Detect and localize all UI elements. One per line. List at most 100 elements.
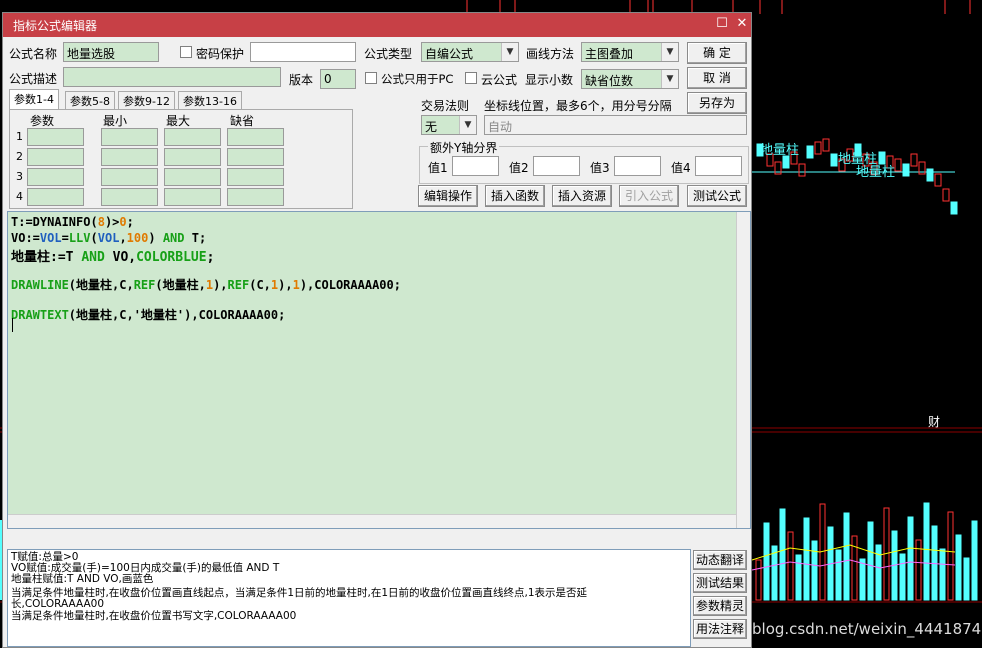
yaxis-field-1[interactable] xyxy=(452,156,499,176)
candle xyxy=(926,168,934,182)
horizontal-scrollbar[interactable] xyxy=(8,514,736,528)
code-token: (C, xyxy=(249,278,271,292)
coord-field[interactable]: 自动 xyxy=(484,115,747,135)
code-token: 8 xyxy=(97,215,105,229)
param-cell[interactable] xyxy=(101,168,158,186)
tab-params-1-4[interactable]: 参数1-4 xyxy=(9,89,59,109)
code-token: DRAWLINE xyxy=(11,278,69,292)
param-cell[interactable] xyxy=(27,128,84,146)
param-cell[interactable] xyxy=(27,168,84,186)
param-cell[interactable] xyxy=(164,168,221,186)
test-result-button[interactable]: 测试结果 xyxy=(693,573,747,593)
param-wizard-button[interactable]: 参数精灵 xyxy=(693,596,747,616)
yaxis-field-2[interactable] xyxy=(533,156,580,176)
param-row-number: 4 xyxy=(16,190,23,203)
vertical-scrollbar[interactable] xyxy=(736,212,750,528)
code-token: VO, xyxy=(104,250,137,265)
code-line: 地量柱:=T AND VO,COLORBLUE; xyxy=(11,246,214,265)
yaxis-label-4: 值4 xyxy=(671,161,691,175)
volume-bar xyxy=(795,554,802,601)
param-cell[interactable] xyxy=(27,148,84,166)
type-label: 公式类型 xyxy=(364,47,413,61)
candle xyxy=(830,153,838,167)
trade-rule-select[interactable]: 无 ▼ xyxy=(421,115,477,135)
param-cell[interactable] xyxy=(164,188,221,206)
candle xyxy=(902,163,910,177)
formula-editor-dialog: 指标公式编辑器 ☐ ✕ 公式名称 地量选股 密码保护 公式类型 自编公式 ▼ 画… xyxy=(2,12,752,648)
cloud-checkbox[interactable] xyxy=(465,72,477,84)
chart-label-3: 地量柱 xyxy=(856,165,895,180)
dynamic-translate-button[interactable]: 动态翻译 xyxy=(693,550,747,570)
candle xyxy=(942,188,950,202)
code-token: DRAWTEXT xyxy=(11,308,69,322)
version-label: 版本 xyxy=(289,73,314,87)
param-cell[interactable] xyxy=(227,188,284,206)
password-field[interactable] xyxy=(250,42,356,62)
param-header-max: 最大 xyxy=(166,114,191,128)
chevron-down-icon: ▼ xyxy=(661,43,678,61)
volume-bar xyxy=(787,531,794,601)
code-token: = xyxy=(61,231,69,245)
param-cell[interactable] xyxy=(164,128,221,146)
import-formula-button[interactable]: 引入公式 xyxy=(619,185,679,207)
param-cell[interactable] xyxy=(101,128,158,146)
draw-select[interactable]: 主图叠加 ▼ xyxy=(581,42,679,62)
decimals-select[interactable]: 缺省位数 ▼ xyxy=(581,69,679,89)
code-line: DRAWLINE(地量柱,C,REF(地量柱,1),REF(C,1),1),CO… xyxy=(11,276,401,293)
volume-bar xyxy=(835,549,842,601)
code-editor[interactable]: T:=DYNAINFO(8)>0; VO:=VOL=LLV(VOL,100) A… xyxy=(7,211,751,529)
code-token: COLORBLUE xyxy=(136,250,207,265)
volume-bar xyxy=(963,557,970,601)
password-checkbox[interactable] xyxy=(180,46,192,58)
name-field[interactable]: 地量选股 xyxy=(63,42,159,62)
type-value: 自编公式 xyxy=(425,47,474,61)
cancel-button[interactable]: 取 消 xyxy=(687,67,747,89)
maximize-icon[interactable]: ☐ xyxy=(713,15,731,33)
yaxis-field-3[interactable] xyxy=(614,156,661,176)
yaxis-legend: 额外Y轴分界 xyxy=(428,139,500,156)
edit-ops-button[interactable]: 编辑操作 xyxy=(418,185,478,207)
candle xyxy=(822,138,830,152)
insert-function-button[interactable]: 插入函数 xyxy=(485,185,545,207)
code-token: 100 xyxy=(126,231,149,245)
code-token: VOL xyxy=(97,231,120,245)
code-token: ),COLORAAAA00; xyxy=(299,278,401,292)
param-cell[interactable] xyxy=(227,148,284,166)
tab-params-5-8[interactable]: 参数5-8 xyxy=(65,91,115,109)
type-select[interactable]: 自编公式 ▼ xyxy=(421,42,519,62)
pc-only-checkbox[interactable] xyxy=(365,72,377,84)
param-row-number: 1 xyxy=(16,130,23,143)
tab-params-9-12[interactable]: 参数9-12 xyxy=(118,91,175,109)
yaxis-group: 额外Y轴分界 值1 值2 值3 值4 xyxy=(419,139,749,184)
output-line: 地量柱赋值:T AND VO,画蓝色 xyxy=(11,573,154,585)
output-line: 长,COLORAAAA00 xyxy=(11,598,105,610)
param-cell[interactable] xyxy=(164,148,221,166)
volume-bar xyxy=(859,558,866,601)
code-token: (地量柱,C,'地量柱'),COLORAAAA00; xyxy=(68,308,286,322)
code-token: REF xyxy=(227,278,250,292)
ok-button[interactable]: 确 定 xyxy=(687,42,747,64)
save-as-button[interactable]: 另存为 xyxy=(687,92,747,114)
code-token: 1 xyxy=(205,278,214,292)
version-field[interactable]: 0 xyxy=(320,69,356,89)
param-cell[interactable] xyxy=(227,168,284,186)
param-header-default: 缺省 xyxy=(230,114,255,128)
param-cell[interactable] xyxy=(101,148,158,166)
desc-field[interactable] xyxy=(63,67,281,87)
param-header-name: 参数 xyxy=(30,114,55,128)
volume-bar xyxy=(931,525,938,601)
usage-notes-button[interactable]: 用法注释 xyxy=(693,619,747,639)
yaxis-field-4[interactable] xyxy=(695,156,742,176)
param-cell[interactable] xyxy=(227,128,284,146)
yaxis-label-1: 值1 xyxy=(428,161,448,175)
insert-resource-button[interactable]: 插入资源 xyxy=(552,185,612,207)
test-formula-button[interactable]: 测试公式 xyxy=(687,185,747,207)
param-cell[interactable] xyxy=(101,188,158,206)
code-token: LLV xyxy=(68,231,91,245)
candle xyxy=(798,163,806,177)
code-token: AND xyxy=(81,250,105,265)
desc-label: 公式描述 xyxy=(9,72,58,86)
tab-params-13-16[interactable]: 参数13-16 xyxy=(178,91,242,109)
param-cell[interactable] xyxy=(27,188,84,206)
close-icon[interactable]: ✕ xyxy=(733,15,751,33)
